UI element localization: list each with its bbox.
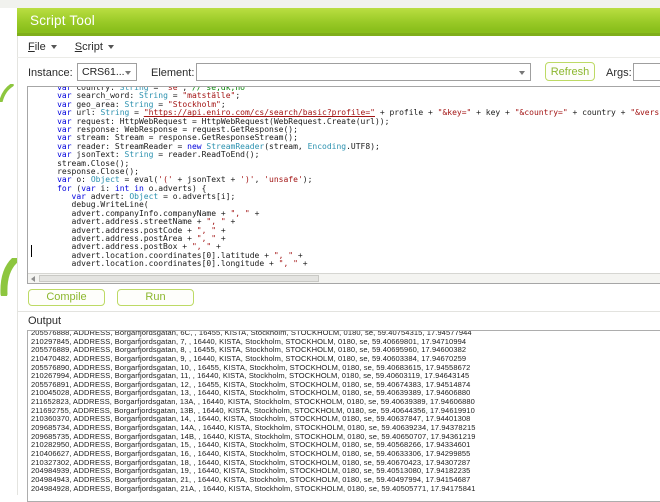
- compile-button[interactable]: Compile: [28, 289, 105, 306]
- decorative-swoosh-bottom: [0, 258, 17, 296]
- menu-script-label: Script: [74, 40, 103, 53]
- scrollbar-thumb[interactable]: [39, 275, 319, 282]
- window-title: Script Tool: [30, 13, 95, 28]
- window-top-strip: [0, 0, 660, 8]
- menu-file[interactable]: File: [28, 41, 57, 53]
- menu-separator: [17, 57, 660, 58]
- chevron-down-icon: [125, 71, 131, 75]
- instance-select[interactable]: CRS61...: [77, 63, 137, 81]
- output-lines: 205576888, ADDRESS, Borgarfjordsgatan, 6…: [31, 331, 476, 493]
- args-label: Args:: [606, 67, 632, 79]
- decorative-swoosh-top: [0, 84, 14, 102]
- chevron-down-icon: [50, 44, 57, 49]
- script-tool-window: { "window": { "title": "Script Tool" }, …: [0, 0, 660, 502]
- run-button[interactable]: Run: [117, 289, 194, 306]
- output-panel[interactable]: 205576888, ADDRESS, Borgarfjordsgatan, 6…: [27, 330, 660, 502]
- text-caret: [31, 245, 32, 257]
- refresh-button[interactable]: Refresh: [545, 62, 595, 81]
- instance-label: Instance:: [28, 67, 73, 79]
- menu-file-label: File: [28, 40, 46, 53]
- element-label: Element:: [151, 67, 195, 79]
- element-select[interactable]: [196, 63, 531, 81]
- args-input[interactable]: [633, 63, 660, 81]
- code-lines: var country: String = "se"; // se,dk,no …: [33, 87, 659, 269]
- horizontal-scrollbar[interactable]: [28, 273, 660, 283]
- panel-left-border: [17, 36, 18, 495]
- scroll-left-button[interactable]: [28, 274, 38, 283]
- output-line: 204984928, ADDRESS, Borgarfjordsgatan, 2…: [31, 483, 476, 493]
- code-line: advert.location.coordinates[0].longitude…: [33, 259, 308, 269]
- title-bar: Script Tool: [17, 8, 660, 36]
- section-divider: [17, 311, 660, 312]
- chevron-down-icon: [107, 44, 114, 49]
- code-editor-viewport: var country: String = "se"; // se,dk,no …: [28, 87, 660, 273]
- code-editor[interactable]: var country: String = "se"; // se,dk,no …: [27, 86, 660, 284]
- chevron-down-icon: [519, 71, 525, 75]
- menu-script[interactable]: Script: [75, 41, 114, 53]
- menu-bar: File Script: [18, 36, 114, 57]
- arrow-left-icon: [31, 275, 35, 282]
- output-label: Output: [28, 315, 62, 327]
